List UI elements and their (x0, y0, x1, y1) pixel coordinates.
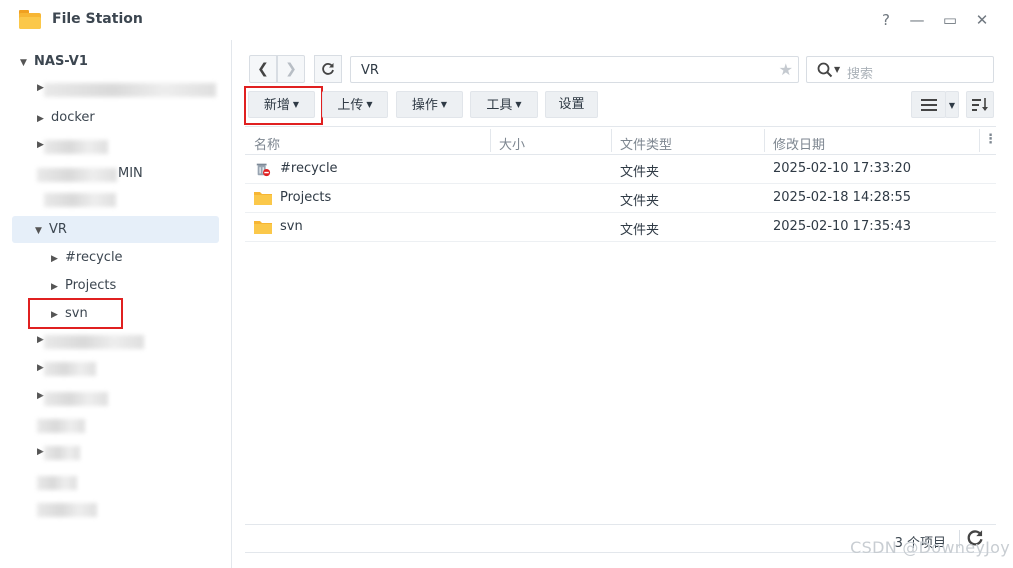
sidebar-item-label: docker (51, 110, 95, 125)
column-divider[interactable] (979, 129, 980, 152)
window-title: File Station (52, 11, 143, 27)
redacted-item (44, 83, 216, 97)
sidebar-item-docker[interactable]: ▶ docker (37, 105, 95, 131)
caret-down-icon: ▼ (366, 100, 373, 109)
file-modified: 2025-02-10 17:33:20 (773, 161, 912, 176)
column-header-type[interactable]: 文件类型 (620, 134, 672, 153)
column-header-name[interactable]: 名称 (254, 134, 280, 153)
path-input[interactable]: VR ★ (350, 56, 799, 83)
refresh-button[interactable] (314, 55, 342, 83)
annotation-highlight-svn (28, 298, 123, 329)
sidebar-item-recycle[interactable]: ▶ #recycle (51, 245, 123, 271)
caret-down-icon: ▼ (515, 100, 522, 109)
file-name: #recycle (280, 161, 338, 176)
file-modified: 2025-02-18 14:28:55 (773, 190, 912, 205)
caret-down-icon: ▼ (948, 101, 956, 110)
sort-button[interactable] (966, 91, 994, 118)
table-row[interactable]: svn 文件夹 2025-02-10 17:35:43 (245, 213, 996, 242)
file-table: 名称 大小 文件类型 修改日期 ⋮ #recycle 文件夹 2025-02-1… (245, 126, 997, 526)
upload-button-label: 上传 (337, 98, 364, 113)
folder-icon (254, 221, 272, 234)
title-bar: File Station ? — ▭ ✕ (0, 0, 1013, 40)
caret-down-icon: ▼ (20, 58, 27, 68)
view-dropdown-button[interactable]: ▼ (945, 91, 959, 118)
sidebar-item-label: #recycle (65, 250, 123, 265)
path-text: VR (361, 63, 379, 78)
refresh-icon (322, 63, 334, 75)
caret-down-icon: ▼ (834, 65, 841, 74)
back-button[interactable]: ❮ (249, 55, 277, 83)
redacted-item (44, 392, 108, 406)
tree-root-label: NAS-V1 (34, 54, 88, 69)
action-button-label: 操作 (411, 98, 438, 113)
folder-icon (254, 192, 272, 205)
forward-button[interactable]: ❯ (277, 55, 305, 83)
sidebar-item-label: MIN (118, 166, 143, 181)
redacted-item (37, 419, 85, 433)
tree-root-nas[interactable]: ▼ NAS-V1 (20, 54, 88, 69)
action-button[interactable]: 操作 ▼ (396, 91, 463, 118)
search-icon (817, 62, 833, 78)
redacted-item (37, 476, 77, 490)
caret-right-icon: ▶ (51, 254, 58, 264)
file-modified: 2025-02-10 17:35:43 (773, 219, 912, 234)
redacted-item (44, 335, 144, 349)
table-row[interactable]: Projects 文件夹 2025-02-18 14:28:55 (245, 184, 996, 213)
close-button[interactable]: ✕ (972, 10, 992, 30)
search-input[interactable]: ▼ 搜索 (806, 56, 994, 83)
maximize-button[interactable]: ▭ (940, 10, 960, 30)
file-name: svn (280, 219, 303, 234)
sidebar-item-projects[interactable]: ▶ Projects (51, 273, 116, 299)
column-divider[interactable] (490, 129, 491, 152)
caret-down-icon: ▼ (440, 100, 448, 109)
column-divider[interactable] (764, 129, 765, 152)
sidebar-tree: ▼ NAS-V1 ▶ ▶ docker ▶ MIN ▼ VR ▶ #recycle ▶ P… (0, 40, 232, 568)
redacted-item (44, 193, 116, 207)
file-type: 文件夹 (620, 223, 660, 238)
caret-right-icon: ▶ (37, 114, 44, 124)
search-placeholder: 搜索 (847, 67, 874, 82)
file-name: Projects (280, 190, 332, 205)
tools-button-label: 工具 (486, 98, 513, 113)
sort-icon (972, 98, 988, 111)
redacted-item (37, 503, 97, 517)
watermark-text: CSDN @DowneyJoy (850, 538, 1010, 557)
column-header-modified[interactable]: 修改日期 (773, 134, 825, 153)
view-list-button[interactable] (911, 91, 946, 118)
redacted-item (44, 362, 96, 376)
redacted-item (37, 168, 117, 182)
sidebar-item-min[interactable]: MIN (118, 161, 143, 187)
caret-right-icon: ▶ (37, 83, 44, 93)
sidebar-item-label: Projects (65, 278, 117, 293)
redacted-item (44, 140, 108, 154)
file-type: 文件夹 (620, 165, 660, 180)
column-divider[interactable] (611, 129, 612, 152)
minimize-button[interactable]: — (907, 10, 927, 30)
recycle-bin-icon (256, 163, 271, 177)
caret-right-icon: ▶ (37, 140, 44, 150)
chevron-left-icon: ❮ (257, 61, 269, 77)
help-button[interactable]: ? (876, 10, 896, 30)
sidebar-item-vr[interactable]: ▼ VR (35, 217, 67, 243)
annotation-highlight-new (244, 86, 323, 125)
upload-button[interactable]: 上传 ▼ (322, 91, 388, 118)
file-type: 文件夹 (620, 194, 660, 209)
list-view-icon (920, 99, 937, 111)
redacted-item (44, 446, 80, 460)
star-icon[interactable]: ★ (779, 60, 793, 79)
main-panel: ❮ ❯ VR ★ ▼ 搜索 新增 ▼ 上传 ▼ 操作 ▼ 工具 ▼ 设置 ▼ 名… (232, 40, 1013, 568)
sidebar-item-label: VR (49, 222, 67, 237)
caret-right-icon: ▶ (51, 282, 58, 292)
tools-button[interactable]: 工具 ▼ (470, 91, 538, 118)
column-header-size[interactable]: 大小 (499, 134, 525, 153)
table-row[interactable]: #recycle 文件夹 2025-02-10 17:33:20 (245, 155, 996, 184)
chevron-right-icon: ❯ (285, 61, 297, 77)
caret-down-icon: ▼ (35, 226, 42, 236)
column-options-icon[interactable]: ⋮ (984, 132, 997, 147)
table-header: 名称 大小 文件类型 修改日期 ⋮ (245, 126, 997, 155)
file-station-icon (19, 10, 41, 29)
settings-button-label: 设置 (558, 97, 585, 112)
settings-button[interactable]: 设置 (545, 91, 598, 118)
